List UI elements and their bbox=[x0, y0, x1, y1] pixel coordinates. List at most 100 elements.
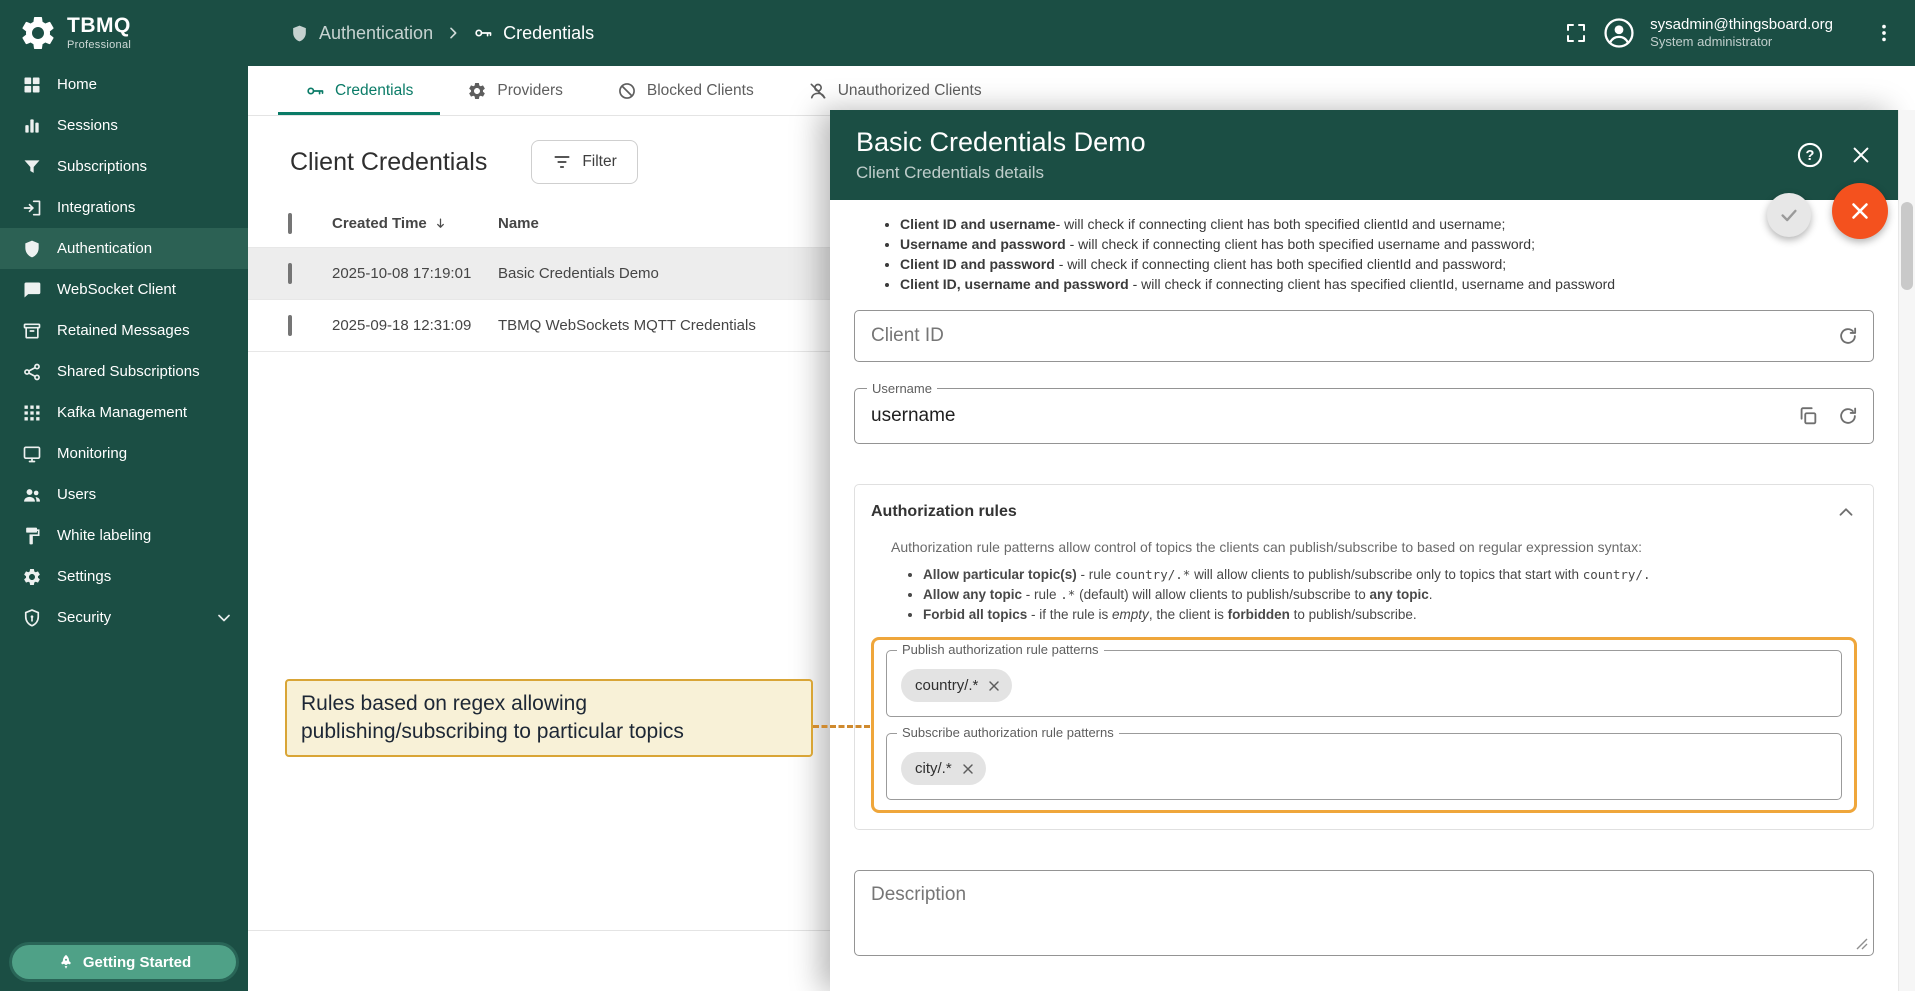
select-all-checkbox[interactable] bbox=[288, 213, 292, 234]
authorization-rules-intro: Authorization rule patterns allow contro… bbox=[891, 539, 1857, 555]
tab-label: Unauthorized Clients bbox=[838, 82, 982, 100]
chat-icon bbox=[22, 280, 42, 300]
sidebar-item-retained-messages[interactable]: Retained Messages bbox=[0, 310, 248, 351]
chip-label: country/.* bbox=[915, 677, 978, 694]
sidebar-item-label: Shared Subscriptions bbox=[57, 363, 234, 380]
kebab-menu-icon[interactable] bbox=[1873, 22, 1895, 44]
check-icon bbox=[1778, 204, 1800, 226]
pattern-chip[interactable]: country/.* bbox=[901, 669, 1012, 702]
chip-remove-icon[interactable] bbox=[960, 761, 976, 777]
share-icon bbox=[22, 362, 42, 382]
sidebar-item-label: Home bbox=[57, 76, 234, 93]
filter-icon bbox=[552, 152, 572, 172]
tbmq-logo-icon bbox=[18, 13, 58, 53]
breadcrumb-item-credentials[interactable]: Credentials bbox=[473, 23, 594, 44]
description-textarea[interactable] bbox=[855, 871, 1873, 955]
sidebar-item-shared-subscriptions[interactable]: Shared Subscriptions bbox=[0, 351, 248, 392]
integrations-icon bbox=[22, 198, 42, 218]
filter-button[interactable]: Filter bbox=[531, 140, 637, 184]
sort-desc-icon[interactable] bbox=[433, 216, 448, 231]
credentials-key-icon bbox=[473, 23, 493, 43]
row-checkbox[interactable] bbox=[288, 263, 292, 284]
getting-started-button[interactable]: Getting Started bbox=[12, 945, 236, 979]
panel-scrollbar[interactable] bbox=[1898, 110, 1915, 991]
sidebar-item-label: Monitoring bbox=[57, 445, 234, 462]
username-field: Username bbox=[854, 388, 1874, 444]
sidebar-item-label: Retained Messages bbox=[57, 322, 234, 339]
block-icon bbox=[617, 81, 637, 101]
sidebar-item-users[interactable]: Users bbox=[0, 474, 248, 515]
copy-icon[interactable] bbox=[1797, 405, 1819, 427]
scrollbar-thumb[interactable] bbox=[1901, 202, 1913, 290]
logo-subtitle: Professional bbox=[67, 39, 131, 51]
svg-text:?: ? bbox=[1806, 148, 1815, 164]
breadcrumb-item-authentication[interactable]: Authentication bbox=[290, 23, 433, 44]
tab-providers[interactable]: Providers bbox=[440, 66, 589, 115]
getting-started-label: Getting Started bbox=[83, 954, 191, 971]
subscribe-patterns-fieldset[interactable]: Subscribe authorization rule patterns ci… bbox=[886, 733, 1842, 800]
tbmq-logo[interactable]: TBMQ Professional bbox=[0, 0, 248, 64]
chevron-up-icon[interactable] bbox=[1835, 501, 1857, 523]
publish-patterns-fieldset[interactable]: Publish authorization rule patterns coun… bbox=[886, 650, 1842, 717]
sidebar-item-settings[interactable]: Settings bbox=[0, 556, 248, 597]
auth-rule-bullet: Allow particular topic(s) - rule country… bbox=[923, 565, 1857, 585]
cell-created-time: 2025-09-18 12:31:09 bbox=[332, 317, 498, 334]
sidebar-nav: Home Sessions Subscriptions Integrations… bbox=[0, 64, 248, 638]
sidebar-item-label: Kafka Management bbox=[57, 404, 234, 421]
sidebar-item-websocket-client[interactable]: WebSocket Client bbox=[0, 269, 248, 310]
authorization-rules-title: Authorization rules bbox=[871, 503, 1017, 521]
sidebar-item-label: Integrations bbox=[57, 199, 234, 216]
grid-icon bbox=[22, 403, 42, 423]
chip-remove-icon[interactable] bbox=[986, 678, 1002, 694]
chevron-right-icon bbox=[445, 25, 461, 41]
cell-created-time: 2025-10-08 17:19:01 bbox=[332, 265, 498, 282]
help-icon[interactable]: ? bbox=[1796, 141, 1824, 169]
gear-icon bbox=[467, 81, 487, 101]
sessions-chart-icon bbox=[22, 116, 42, 136]
cancel-fab-button[interactable] bbox=[1832, 183, 1888, 239]
sidebar-item-label: Subscriptions bbox=[57, 158, 234, 175]
username-input[interactable] bbox=[855, 389, 1873, 443]
auth-rule-bullet: Forbid all topics - if the rule is empty… bbox=[923, 605, 1857, 625]
fullscreen-icon[interactable] bbox=[1564, 21, 1588, 45]
client-id-input[interactable] bbox=[855, 311, 1873, 361]
tab-unauthorized-clients[interactable]: Unauthorized Clients bbox=[781, 66, 1009, 115]
sidebar-item-home[interactable]: Home bbox=[0, 64, 248, 105]
resize-handle-icon[interactable] bbox=[1856, 938, 1868, 950]
person-off-icon bbox=[808, 81, 828, 101]
pattern-chip[interactable]: city/.* bbox=[901, 752, 986, 785]
sidebar-item-subscriptions[interactable]: Subscriptions bbox=[0, 146, 248, 187]
table-header-created-time[interactable]: Created Time bbox=[332, 215, 427, 232]
close-icon bbox=[1847, 198, 1873, 224]
user-avatar[interactable] bbox=[1602, 16, 1636, 50]
annotation-connector-line bbox=[813, 725, 870, 728]
sidebar-item-monitoring[interactable]: Monitoring bbox=[0, 433, 248, 474]
description-field bbox=[854, 870, 1874, 956]
filter-button-label: Filter bbox=[582, 153, 616, 171]
archive-icon bbox=[22, 321, 42, 341]
save-fab-button[interactable] bbox=[1767, 193, 1811, 237]
sidebar-item-white-labeling[interactable]: White labeling bbox=[0, 515, 248, 556]
sidebar: TBMQ Professional Home Sessions Subscrip… bbox=[0, 0, 248, 991]
auth-rule-bullet: Allow any topic - rule .* (default) will… bbox=[923, 585, 1857, 605]
sidebar-item-label: Users bbox=[57, 486, 234, 503]
tab-credentials[interactable]: Credentials bbox=[278, 66, 440, 115]
sidebar-item-security[interactable]: Security bbox=[0, 597, 248, 638]
client-id-field bbox=[854, 310, 1874, 362]
row-checkbox[interactable] bbox=[288, 315, 292, 336]
refresh-icon[interactable] bbox=[1837, 325, 1859, 347]
sidebar-item-kafka-management[interactable]: Kafka Management bbox=[0, 392, 248, 433]
sidebar-item-integrations[interactable]: Integrations bbox=[0, 187, 248, 228]
tab-blocked-clients[interactable]: Blocked Clients bbox=[590, 66, 781, 115]
info-bullet: Client ID, username and password - will … bbox=[900, 274, 1874, 294]
credential-check-info-list: Client ID and username- will check if co… bbox=[854, 214, 1874, 294]
sidebar-item-authentication[interactable]: Authentication bbox=[0, 228, 248, 269]
users-icon bbox=[22, 485, 42, 505]
refresh-icon[interactable] bbox=[1837, 405, 1859, 427]
sidebar-item-sessions[interactable]: Sessions bbox=[0, 105, 248, 146]
close-icon[interactable] bbox=[1850, 144, 1872, 166]
home-icon bbox=[22, 75, 42, 95]
chip-label: city/.* bbox=[915, 760, 952, 777]
shield-icon bbox=[290, 24, 309, 43]
chevron-down-icon bbox=[214, 608, 234, 628]
